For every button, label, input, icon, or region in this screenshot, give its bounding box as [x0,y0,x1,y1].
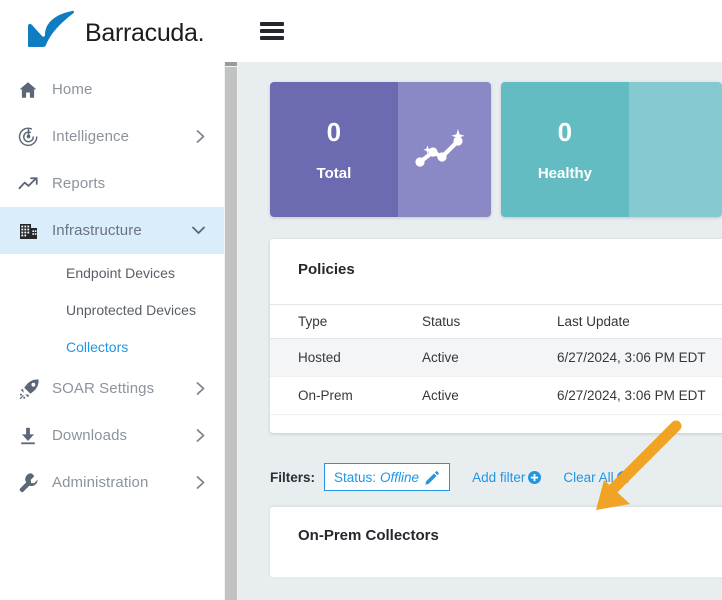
cell-last-update: 6/27/2024, 3:06 PM EDT [557,338,722,377]
chevron-down-icon[interactable] [191,225,206,236]
sidebar-item-administration[interactable]: Administration [0,459,224,506]
policies-table: Type Status Last Update Hosted Active 6/… [270,304,722,415]
hamburger-bar [260,29,284,33]
radar-target-icon [18,126,52,147]
filters-bar: Filters: Status: Offline Add filter Clea… [270,463,722,491]
stat-value: 0 [557,117,573,148]
cell-status: Active [422,338,557,377]
sidebar-item-home[interactable]: Home [0,66,224,113]
chevron-right-icon[interactable] [195,129,206,144]
sidebar-item-label: Infrastructure [52,222,142,239]
brand-name: Barracuda. [85,18,205,47]
cell-status: Active [422,376,557,415]
stat-card-value-area: 0 Healthy [501,82,629,217]
brand-logo[interactable]: Barracuda. [0,0,224,66]
barracuda-fin-logo-icon [26,10,80,53]
sidebar-item-soar-settings[interactable]: SOAR Settings [0,365,224,412]
hamburger-bar [260,36,284,40]
main-content-area: 0 Total 0 Healthy Policies Type Status L… [238,0,722,600]
add-filter-button[interactable]: Add filter [472,469,542,485]
sidebar-item-label: Intelligence [52,128,130,145]
rocket-icon [18,378,52,400]
sidebar-item-intelligence[interactable]: Intelligence [0,113,224,160]
minus-circle-icon [616,470,630,484]
sidebar-subitem-label: Collectors [66,338,129,355]
stat-card-total[interactable]: 0 Total [270,82,491,217]
stat-card-healthy[interactable]: 0 Healthy [501,82,722,217]
table-header-row: Type Status Last Update [270,304,722,339]
table-row[interactable]: Hosted Active 6/27/2024, 3:06 PM EDT [270,338,722,377]
sparkline-chart-icon [413,128,475,172]
hamburger-menu-icon[interactable] [260,22,284,40]
on-prem-collectors-title: On-Prem Collectors [298,527,439,544]
page-content: 0 Total 0 Healthy Policies Type Status L… [238,62,722,600]
stat-card-icon-area [628,82,722,217]
sidebar-subitem-collectors[interactable]: Collectors [0,328,224,365]
clear-all-button[interactable]: Clear All [563,469,630,485]
filter-chip-value: Offline [380,469,420,485]
stat-value: 0 [326,117,342,148]
sidebar-item-label: SOAR Settings [52,380,155,397]
cell-last-update: 6/27/2024, 3:06 PM EDT [557,376,722,415]
stat-label: Total [316,164,352,182]
stat-card-row: 0 Total 0 Healthy [238,62,722,217]
cell-type: On-Prem [270,376,422,415]
sidebar-item-reports[interactable]: Reports [0,160,224,207]
clear-all-label: Clear All [563,469,614,485]
trend-up-icon [18,176,52,192]
cell-type: Hosted [270,338,422,377]
sidebar-item-label: Downloads [52,427,128,444]
policies-title: Policies [298,261,355,278]
download-icon [18,426,52,446]
chevron-right-icon[interactable] [195,381,206,396]
building-icon [18,220,52,241]
filters-label: Filters: [270,469,316,485]
hamburger-bar [260,22,284,26]
application-window: Barracuda. Home Intelligence Reports Inf… [0,0,722,600]
sidebar-item-label: Administration [52,474,149,491]
filter-chip-key: Status: [334,469,377,485]
wrench-icon [18,472,52,493]
column-header-type[interactable]: Type [270,304,422,339]
sidebar-subitem-label: Endpoint Devices [66,264,175,281]
pencil-icon[interactable] [425,470,440,485]
sidebar-item-label: Reports [52,175,106,192]
column-header-last-update[interactable]: Last Update [557,304,722,339]
plus-circle-icon [528,470,542,484]
sidebar-item-label: Home [52,81,93,98]
sidebar-navigation: Barracuda. Home Intelligence Reports Inf… [0,0,224,600]
stat-card-value-area: 0 Total [270,82,398,217]
sidebar-item-downloads[interactable]: Downloads [0,412,224,459]
chevron-right-icon[interactable] [195,475,206,490]
home-icon [18,80,52,100]
on-prem-collectors-panel: On-Prem Collectors [270,507,722,577]
policies-panel: Policies Type Status Last Update Hosted … [270,239,722,433]
sidebar-scrollbar-thumb[interactable] [225,67,237,600]
sidebar-subitem-endpoint-devices[interactable]: Endpoint Devices [0,254,224,291]
stat-label: Healthy [537,164,592,182]
sidebar-item-infrastructure[interactable]: Infrastructure [0,207,224,254]
table-row[interactable]: On-Prem Active 6/27/2024, 3:06 PM EDT [270,376,722,415]
filter-chip-status[interactable]: Status: Offline [324,463,451,491]
chevron-right-icon[interactable] [195,428,206,443]
top-bar [238,0,722,62]
stat-card-icon-area [397,82,491,217]
sidebar-subitem-label: Unprotected Devices [66,301,196,318]
sidebar-scrollbar-cap [225,62,237,66]
sidebar-subitem-unprotected-devices[interactable]: Unprotected Devices [0,291,224,328]
column-header-status[interactable]: Status [422,304,557,339]
add-filter-label: Add filter [472,469,526,485]
